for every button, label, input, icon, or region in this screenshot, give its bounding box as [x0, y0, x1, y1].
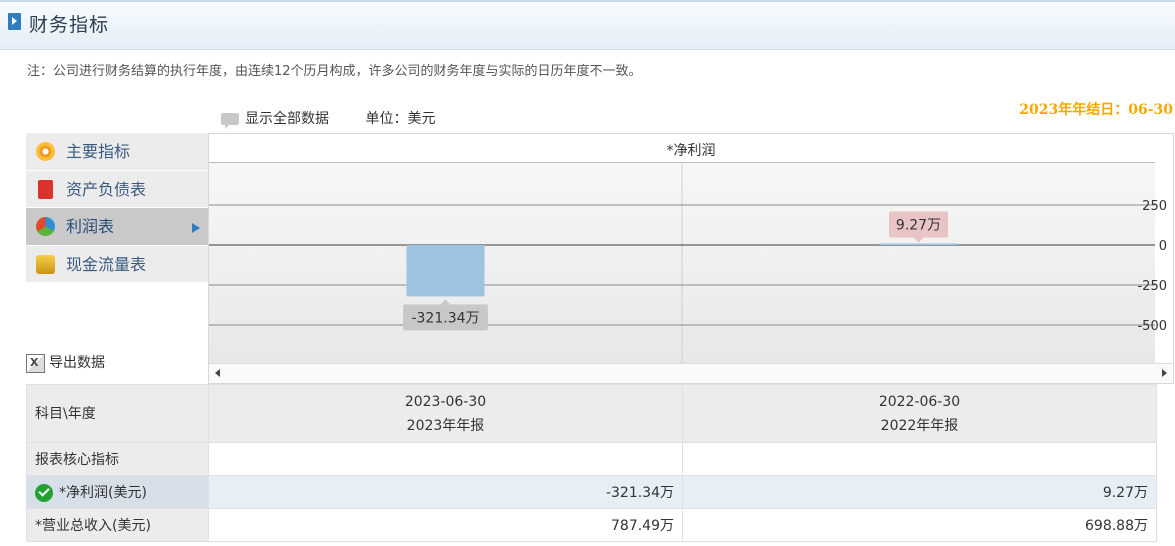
table-header-row: 科目\年度 2023-06-30 2023年年报 2022-06-30 2022… [26, 384, 1157, 443]
show-all-data-toggle[interactable]: 显示全部数据 [221, 111, 333, 129]
header-report: 2022年年报 [880, 417, 959, 434]
table-row[interactable]: *净利润(美元) -321.34万 9.27万 [26, 475, 1157, 509]
coins-icon [36, 254, 55, 274]
fiscal-note: 注：公司进行财务结算的执行年度，由连续12个历月构成，许多公司的财务年度与实际的… [27, 64, 642, 79]
header-label: 科目\年度 [26, 384, 209, 443]
pie-chart-icon [36, 217, 55, 236]
menu-item-label: 现金流量表 [66, 254, 147, 274]
header-col-2022[interactable]: 2022-06-30 2022年年报 [682, 384, 1157, 443]
financial-table: 科目\年度 2023-06-30 2023年年报 2022-06-30 2022… [26, 384, 1157, 542]
speech-bubble-icon [221, 113, 239, 129]
table-row[interactable]: *营业总收入(美元) 787.49万 698.88万 [26, 508, 1157, 542]
chart-toolbar: 显示全部数据 单位：美元 [221, 108, 436, 129]
header-report: 2023年年报 [406, 417, 485, 434]
menu-item-label: 主要指标 [66, 142, 131, 161]
data-label: 9.27万 [896, 218, 941, 234]
active-arrow-icon [192, 223, 200, 233]
page-title: 财务指标 [29, 14, 110, 36]
section-row: 报表核心指标 [26, 442, 1157, 476]
y-tick-label: -250 [1137, 279, 1167, 294]
y-tick-label: 0 [1159, 239, 1167, 254]
chart-scrollbar[interactable] [209, 363, 1173, 383]
statement-menu: 主要指标 资产负债表 利润表 现金流量表 [26, 133, 208, 283]
empty-cell [208, 442, 683, 476]
export-data-button[interactable]: 导出数据 [26, 352, 105, 373]
menu-item-key-indicators[interactable]: 主要指标 [26, 133, 208, 171]
expand-arrow-icon[interactable] [8, 13, 21, 30]
export-label: 导出数据 [49, 355, 105, 371]
fiscal-year-end: 2023年年结日：06-30 [1019, 102, 1173, 118]
header-date: 2023-06-30 [404, 393, 487, 410]
row-label: *营业总收入(美元) [26, 508, 209, 542]
show-all-label: 显示全部数据 [245, 111, 329, 127]
menu-item-balance-sheet[interactable]: 资产负债表 [26, 170, 208, 208]
empty-cell [682, 442, 1157, 476]
row-value: 787.49万 [208, 508, 683, 542]
page: 财务指标 注：公司进行财务结算的执行年度，由连续12个历月构成，许多公司的财务年… [0, 0, 1175, 546]
y-tick-label: -500 [1137, 319, 1167, 334]
header-bar: 财务指标 [0, 0, 1175, 50]
row-label-cell: *净利润(美元) [26, 475, 209, 509]
data-label: -321.34万 [411, 310, 479, 326]
y-tick-label: 250 [1142, 199, 1167, 214]
scroll-right-icon[interactable] [1162, 369, 1167, 377]
menu-item-label: 资产负债表 [66, 179, 147, 199]
bar [406, 245, 485, 297]
row-value: 698.88万 [682, 508, 1157, 542]
row-value: 9.27万 [682, 475, 1157, 509]
book-icon [38, 179, 53, 199]
section-label: 报表核心指标 [26, 442, 209, 476]
data-label-pointer [913, 237, 924, 243]
excel-export-icon [26, 353, 45, 373]
checkmark-icon[interactable] [35, 484, 53, 502]
menu-item-label: 利润表 [66, 217, 115, 236]
flower-icon [36, 142, 55, 161]
row-label: *净利润(美元) [59, 485, 147, 501]
row-value: -321.34万 [208, 475, 683, 509]
unit-label: 单位：美元 [365, 111, 436, 127]
menu-item-income-statement[interactable]: 利润表 [26, 208, 208, 246]
header-col-2023[interactable]: 2023-06-30 2023年年报 [208, 384, 683, 443]
data-label-pointer [440, 299, 451, 305]
header-date: 2022-06-30 [878, 393, 961, 410]
menu-item-cash-flow[interactable]: 现金流量表 [26, 245, 208, 283]
bar [879, 243, 958, 246]
chart-svg: 250 0 -250 -500 -321.34万 9.27万 [209, 164, 1167, 364]
net-profit-chart: *净利润 250 0 -250 -500 -321.34万 9.27万 [208, 133, 1174, 384]
scroll-left-icon[interactable] [215, 369, 220, 377]
